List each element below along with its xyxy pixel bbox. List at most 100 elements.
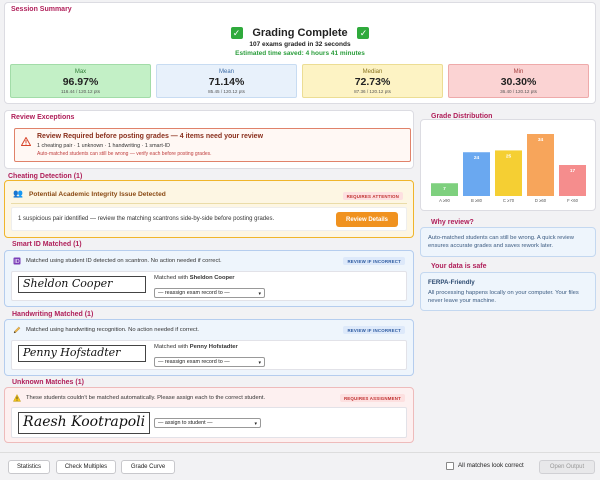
pencil-icon <box>13 326 21 334</box>
svg-text:ID: ID <box>14 259 19 265</box>
warning-icon <box>13 394 21 402</box>
people-icon: 👥 <box>13 189 23 198</box>
handwriting-desc: Matched using handwriting recognition. N… <box>26 327 200 333</box>
handwriting-match-row: Penny Hofstadter Matched with Penny Hofs… <box>11 340 407 370</box>
stat-points: 85.45 / 120.12 pts <box>208 89 245 94</box>
stat-max-card: Max 96.97% 116.44 / 120.12 pts <box>10 64 151 98</box>
assign-student-select[interactable]: — assign to student — ▾ <box>154 418 261 428</box>
signature-image: Penny Hofstadter <box>18 345 146 362</box>
stat-min-card: Min 30.30% 36.40 / 120.12 pts <box>448 64 589 98</box>
category-label: C ≥70 <box>503 198 515 203</box>
signature-image: Sheldon Cooper <box>18 276 146 293</box>
grade-distribution-chart: 7 A ≥90 24 B ≥80 25 C ≥70 34 D ≥60 17 F <60 <box>431 134 586 203</box>
matched-with-label: Matched with Penny Hofstadter <box>154 344 238 350</box>
statistics-button[interactable]: Statistics <box>8 460 50 474</box>
review-exceptions-title: Review Exceptions <box>11 114 75 121</box>
data-safe-text: All processing happens locally on your c… <box>428 290 579 305</box>
grading-complete-title: Grading Complete <box>252 27 348 39</box>
category-label: B ≥80 <box>471 198 483 203</box>
stat-points: 87.36 / 120.12 pts <box>354 89 391 94</box>
stat-value: 30.30% <box>500 76 537 88</box>
smart-id-header: ID Matched using student ID detected on … <box>13 256 407 269</box>
time-saved-text: Estimated time saved: 4 hours 41 minutes <box>235 50 365 57</box>
footer-bar: Statistics Check Multiples Grade Curve A… <box>0 452 600 480</box>
grade-distribution-panel: 7 A ≥90 24 B ≥80 25 C ≥70 34 D ≥60 17 F <60 <box>420 119 596 211</box>
stat-label: Median <box>362 69 383 75</box>
bar-value-label: 17 <box>570 168 576 174</box>
cheating-detection-title: Cheating Detection (1) <box>8 173 83 180</box>
stat-value: 72.73% <box>354 76 391 88</box>
stat-label: Max <box>74 69 87 75</box>
stat-value: 71.14% <box>208 76 245 88</box>
why-review-title: Why review? <box>431 219 474 226</box>
chevron-down-icon: ▾ <box>258 291 261 297</box>
all-correct-label: All matches look correct <box>458 462 524 469</box>
session-summary-title: Session Summary <box>11 6 72 13</box>
stat-label: Min <box>513 69 524 75</box>
why-review-text: Auto-matched students can still be wrong… <box>428 235 574 250</box>
chevron-down-icon: ▾ <box>258 360 261 366</box>
reassign-select[interactable]: — reassign exam record to — ▾ <box>154 357 265 367</box>
integrity-issue-title: Potential Academic Integrity Issue Detec… <box>29 191 166 198</box>
warning-icon <box>21 137 31 146</box>
bar-value-label: 34 <box>538 137 544 143</box>
review-counts: 1 cheating pair · 1 unknown · 1 handwrit… <box>37 143 171 149</box>
reassign-select[interactable]: — reassign exam record to — ▾ <box>154 288 265 298</box>
signature-text: Penny Hofstadter <box>23 346 121 359</box>
bar-value-label: 24 <box>474 155 480 161</box>
bar-3 <box>527 134 554 196</box>
category-label: D ≥60 <box>535 198 547 203</box>
stat-label: Mean <box>218 69 234 75</box>
why-review-panel: Auto-matched students can still be wrong… <box>420 227 596 257</box>
smart-id-match-row: Sheldon Cooper Matched with Sheldon Coop… <box>11 271 407 301</box>
check-icon: ✓ <box>230 27 243 39</box>
data-safe-title: Your data is safe <box>431 263 487 270</box>
stat-mean-card: Mean 71.14% 85.45 / 120.12 pts <box>156 64 297 98</box>
review-exceptions-panel: Review Exceptions Review Required before… <box>4 110 414 169</box>
matched-with-label: Matched with Sheldon Cooper <box>154 275 235 281</box>
signature-text: Raesh Kootrapoli <box>23 414 146 430</box>
unknown-desc: These students couldn't be matched autom… <box>26 395 266 401</box>
unknown-header: These students couldn't be matched autom… <box>13 393 407 406</box>
handwriting-panel: Matched using handwriting recognition. N… <box>4 319 414 376</box>
requires-assignment-badge: REQUIRES ASSIGNMENT <box>339 394 405 402</box>
handwriting-title: Handwriting Matched (1) <box>12 311 94 318</box>
ferpa-heading: FERPA-Friendly <box>428 279 475 286</box>
review-required-title: Review Required before posting grades — … <box>37 133 264 140</box>
exams-graded-text: 107 exams graded in 32 seconds <box>249 41 351 48</box>
review-required-alert: Review Required before posting grades — … <box>14 128 411 162</box>
session-summary-panel: Session Summary ✓ Grading Complete ✓ 107… <box>4 2 596 104</box>
id-card-icon: ID <box>13 257 21 265</box>
matched-student-name: Sheldon Cooper <box>189 275 235 281</box>
matched-student-name: Penny Hofstadter <box>189 344 238 350</box>
bar-value-label: 25 <box>506 153 512 159</box>
unknown-matches-title: Unknown Matches (1) <box>12 379 84 386</box>
stat-median-card: Median 72.73% 87.36 / 120.12 pts <box>302 64 443 98</box>
data-safe-panel: FERPA-Friendly All processing happens lo… <box>420 272 596 311</box>
check-icon: ✓ <box>357 27 370 39</box>
cheating-body: 1 suspicious pair identified — review th… <box>11 207 407 231</box>
all-correct-checkbox[interactable] <box>446 462 454 470</box>
handwriting-header: Matched using handwriting recognition. N… <box>13 325 407 338</box>
suspicious-pair-text: 1 suspicious pair identified — review th… <box>18 216 275 222</box>
unknown-match-row: Raesh Kootrapoli — assign to student — ▾ <box>11 407 407 438</box>
signature-image: Raesh Kootrapoli <box>18 412 150 434</box>
open-output-button[interactable]: Open Output <box>539 460 595 474</box>
signature-text: Sheldon Cooper <box>23 277 113 290</box>
stat-points: 36.40 / 120.12 pts <box>500 89 537 94</box>
chevron-down-icon: ▾ <box>254 421 257 427</box>
requires-attention-badge: REQUIRES ATTENTION <box>342 192 403 200</box>
grade-curve-button[interactable]: Grade Curve <box>121 460 175 474</box>
check-multiples-button[interactable]: Check Multiples <box>56 460 116 474</box>
category-label: A ≥90 <box>439 198 450 203</box>
review-details-button[interactable]: Review Details <box>336 212 398 227</box>
stat-value: 96.97% <box>62 76 99 88</box>
unknown-matches-panel: These students couldn't be matched autom… <box>4 387 414 443</box>
review-if-incorrect-badge: REVIEW IF INCORRECT <box>343 326 405 334</box>
review-if-incorrect-badge: REVIEW IF INCORRECT <box>343 257 405 265</box>
stat-points: 116.44 / 120.12 pts <box>61 89 100 94</box>
category-label: F <60 <box>567 198 578 203</box>
cheating-detection-panel: 👥 Potential Academic Integrity Issue Det… <box>4 180 414 238</box>
smart-id-title: Smart ID Matched (1) <box>12 241 82 248</box>
smart-id-panel: ID Matched using student ID detected on … <box>4 250 414 307</box>
